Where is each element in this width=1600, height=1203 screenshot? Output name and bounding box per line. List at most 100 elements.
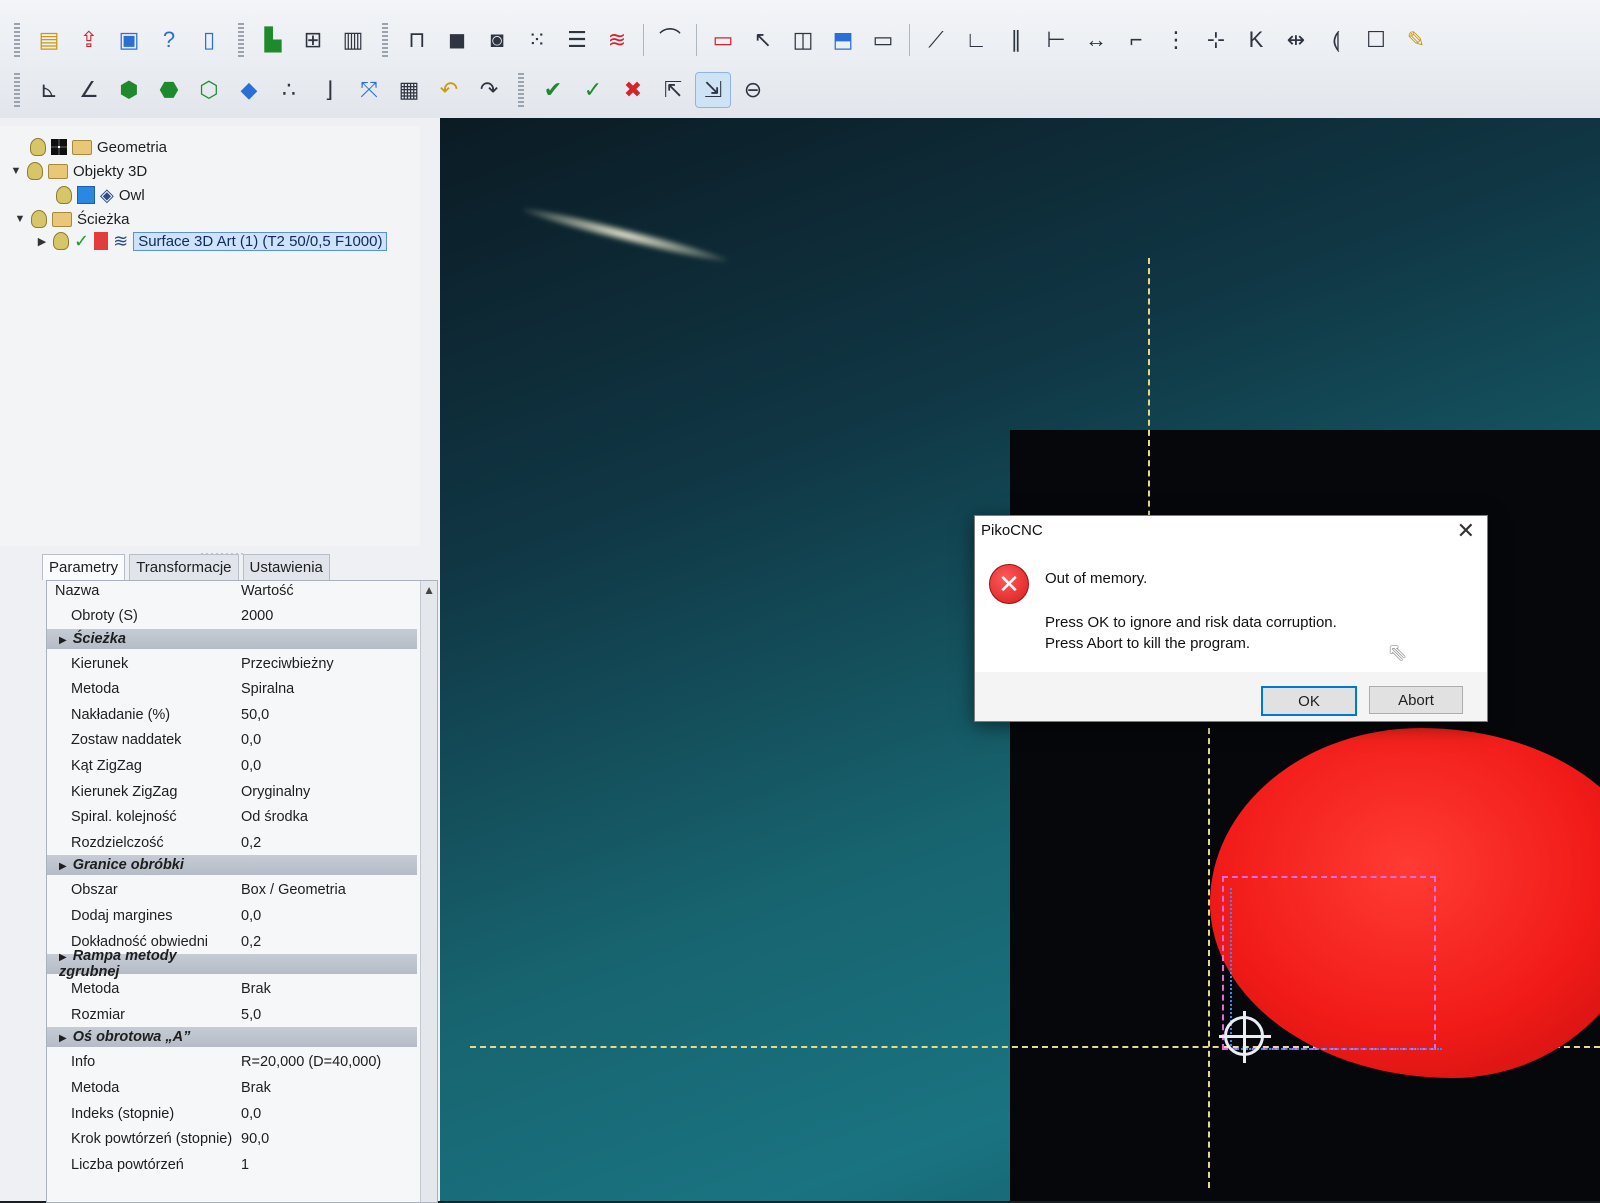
property-value[interactable]: R=20,000 (D=40,000) bbox=[237, 1054, 381, 1070]
properties-scrollbar[interactable]: ▲ bbox=[420, 581, 437, 1202]
join-icon[interactable]: ⌐ bbox=[1119, 23, 1153, 57]
ok-button[interactable]: OK bbox=[1261, 686, 1357, 716]
tab-ustawienia[interactable]: Ustawienia bbox=[242, 554, 330, 580]
help-icon[interactable]: ? bbox=[152, 23, 186, 57]
property-value[interactable]: 5,0 bbox=[237, 1007, 261, 1023]
chart-colored-icon[interactable]: ▙ bbox=[256, 23, 290, 57]
property-row[interactable]: Liczba powtórzeń 1 bbox=[47, 1152, 417, 1178]
square-icon[interactable]: ◼ bbox=[440, 23, 474, 57]
open-folder-icon[interactable]: ▤ bbox=[32, 23, 66, 57]
import-icon[interactable]: ⇪ bbox=[72, 23, 106, 57]
mirror-icon[interactable]: ⇹ bbox=[1279, 23, 1313, 57]
property-row[interactable]: Dodaj margines 0,0 bbox=[47, 903, 417, 929]
undo-icon[interactable]: ↶ bbox=[432, 73, 466, 107]
delete-icon[interactable]: ✖ bbox=[616, 73, 650, 107]
new-document-icon[interactable]: ▯ bbox=[192, 23, 226, 57]
dot-grid-icon[interactable]: ⁙ bbox=[520, 23, 554, 57]
curve-icon[interactable]: ⌒ bbox=[653, 23, 687, 57]
property-group-row[interactable]: ▶ Granice obróbki bbox=[47, 855, 417, 876]
property-group-row[interactable]: ▶ Rampa metody zgrubnej bbox=[47, 948, 417, 980]
property-value[interactable]: 0,0 bbox=[237, 732, 261, 748]
check-all-icon[interactable]: ✓ bbox=[576, 73, 610, 107]
edit-box-icon[interactable]: ☐ bbox=[1359, 23, 1393, 57]
property-row[interactable]: Metoda Brak bbox=[47, 1075, 417, 1101]
tree-item-objekty-3d[interactable]: ▼ Objekty 3D bbox=[10, 160, 147, 182]
visibility-bulb-icon[interactable] bbox=[53, 232, 69, 250]
property-value[interactable]: 90,0 bbox=[237, 1131, 269, 1147]
fit-icon[interactable]: ⤧ bbox=[352, 73, 386, 107]
shape-icon[interactable]: ⬒ bbox=[826, 23, 860, 57]
line-edit-icon[interactable]: ⟋ bbox=[919, 23, 953, 57]
distance-icon[interactable]: ↔ bbox=[1079, 23, 1113, 57]
property-value[interactable]: 0,0 bbox=[237, 1106, 261, 1122]
property-value[interactable]: 50,0 bbox=[237, 707, 269, 723]
property-value[interactable]: Brak bbox=[237, 981, 271, 997]
property-row[interactable]: Kierunek ZigZag Oryginalny bbox=[47, 779, 417, 805]
toolbar-grip[interactable] bbox=[238, 23, 244, 57]
enabled-check-icon[interactable]: ✓ bbox=[74, 231, 89, 252]
property-value[interactable]: Box / Geometria bbox=[237, 882, 346, 898]
redo-icon[interactable]: ↷ bbox=[472, 73, 506, 107]
toolbar-grip[interactable] bbox=[14, 23, 20, 57]
property-row[interactable]: Spiral. kolejność Od środka bbox=[47, 804, 417, 830]
grid-view-icon[interactable]: ⊞ bbox=[296, 23, 330, 57]
expand-down-icon[interactable]: ▼ bbox=[14, 213, 26, 225]
rectangle-icon[interactable]: ▭ bbox=[706, 23, 740, 57]
property-value[interactable]: Spiralna bbox=[237, 681, 294, 697]
property-value[interactable]: Od środka bbox=[237, 809, 308, 825]
property-row[interactable]: Obszar Box / Geometria bbox=[47, 877, 417, 903]
select-icon[interactable]: ⇱ bbox=[656, 73, 690, 107]
expand-right-icon[interactable]: ▶ bbox=[59, 1033, 67, 1044]
property-row[interactable]: Kąt ZigZag 0,0 bbox=[47, 753, 417, 779]
mesh-icon[interactable]: ▦ bbox=[392, 73, 426, 107]
scroll-up-icon[interactable]: ▲ bbox=[423, 583, 435, 597]
expand-down-icon[interactable]: ▼ bbox=[10, 165, 22, 177]
abort-button[interactable]: Abort bbox=[1369, 686, 1463, 714]
parallel-icon[interactable]: ∥ bbox=[999, 23, 1033, 57]
property-row[interactable]: Kierunek Przeciwbieżny bbox=[47, 651, 417, 677]
property-value[interactable]: 0,2 bbox=[237, 934, 261, 950]
center-icon[interactable]: ⊹ bbox=[1199, 23, 1233, 57]
property-row[interactable]: Obroty (S) 2000 bbox=[47, 603, 417, 629]
view-side-icon[interactable]: ⬡ bbox=[192, 73, 226, 107]
constraint-icon[interactable]: ⟬ bbox=[1319, 23, 1353, 57]
expand-right-icon[interactable]: ▶ bbox=[59, 861, 67, 872]
window-icon[interactable]: ▭ bbox=[866, 23, 900, 57]
tree-item-surface-3d-art[interactable]: ▶ ✓ ≋ Surface 3D Art (1) (T2 50/0,5 F100… bbox=[36, 230, 388, 252]
points-icon[interactable]: ∴ bbox=[272, 73, 306, 107]
property-row[interactable]: Metoda Brak bbox=[47, 976, 417, 1002]
property-group-row[interactable]: ▶ Ścieżka bbox=[47, 628, 417, 649]
pointer-icon[interactable]: ↖ bbox=[746, 23, 780, 57]
tree-item-owl[interactable]: ◈ Owl bbox=[56, 184, 145, 206]
check-icon[interactable]: ✔ bbox=[536, 73, 570, 107]
perpendicular-icon[interactable]: ⊢ bbox=[1039, 23, 1073, 57]
visibility-bulb-icon[interactable] bbox=[30, 138, 46, 156]
property-value[interactable]: 0,0 bbox=[237, 758, 261, 774]
property-row[interactable]: Metoda Spiralna bbox=[47, 676, 417, 702]
pocket-icon[interactable]: ⊓ bbox=[400, 23, 434, 57]
toolbar-grip[interactable] bbox=[14, 73, 20, 107]
expand-right-icon[interactable]: ▶ bbox=[59, 635, 67, 646]
property-row[interactable]: Rozdzielczość 0,2 bbox=[47, 830, 417, 856]
property-row[interactable]: Rozmiar 5,0 bbox=[47, 1002, 417, 1028]
property-value[interactable]: 0,0 bbox=[237, 908, 261, 924]
property-row[interactable]: Krok powtórzeń (stopnie) 90,0 bbox=[47, 1126, 417, 1152]
view-front-icon[interactable]: ⬢ bbox=[112, 73, 146, 107]
k-icon[interactable]: K bbox=[1239, 23, 1273, 57]
link-icon[interactable]: ⊖ bbox=[736, 73, 770, 107]
visibility-bulb-icon[interactable] bbox=[31, 210, 47, 228]
save-icon[interactable]: ▣ bbox=[112, 23, 146, 57]
corner-icon[interactable]: ⌋ bbox=[312, 73, 346, 107]
tab-parametry[interactable]: Parametry bbox=[42, 554, 126, 580]
property-value[interactable]: Przeciwbieżny bbox=[237, 656, 334, 672]
property-value[interactable]: Brak bbox=[237, 1080, 271, 1096]
tree-item-sciezka[interactable]: ▼ Ścieżka bbox=[14, 208, 130, 230]
cube-icon[interactable]: ◫ bbox=[786, 23, 820, 57]
property-row[interactable]: Indeks (stopnie) 0,0 bbox=[47, 1101, 417, 1127]
view-iso-icon[interactable]: ◆ bbox=[232, 73, 266, 107]
toolbar-grip[interactable] bbox=[382, 23, 388, 57]
view-top-icon[interactable]: ⬣ bbox=[152, 73, 186, 107]
tab-transformacje[interactable]: Transformacje bbox=[129, 554, 239, 580]
path-icon[interactable]: ≋ bbox=[600, 23, 634, 57]
visibility-bulb-icon[interactable] bbox=[27, 162, 43, 180]
